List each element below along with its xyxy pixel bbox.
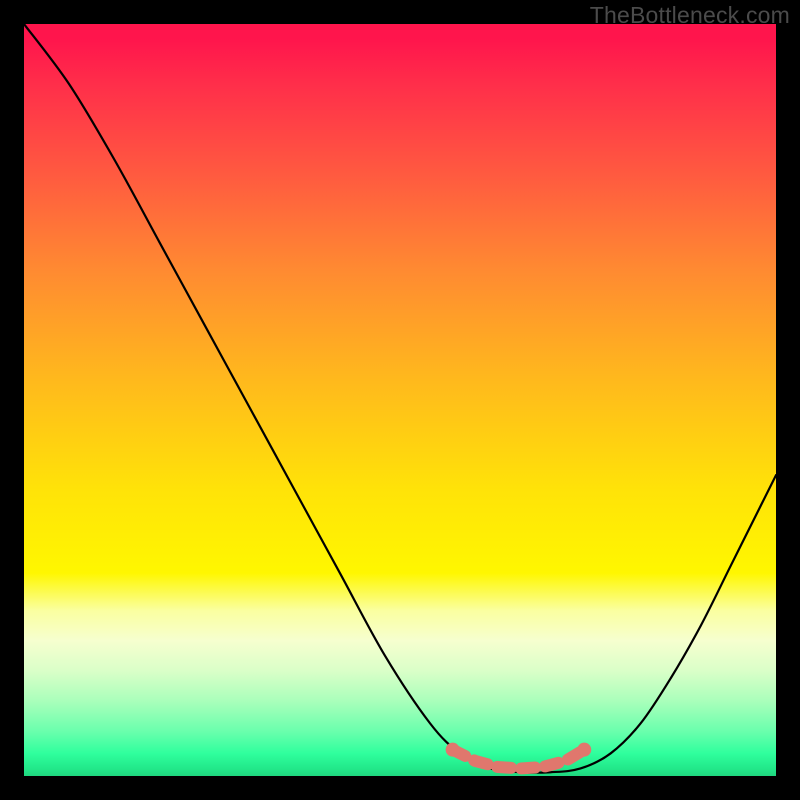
plot-area — [24, 24, 776, 776]
optimal-range-endpoint — [577, 743, 591, 757]
chart-frame: TheBottleneck.com — [0, 0, 800, 800]
chart-svg — [24, 24, 776, 776]
bottleneck-curve-line — [24, 24, 776, 773]
optimal-range-endpoint — [446, 743, 460, 757]
optimal-range-markers — [446, 743, 592, 769]
optimal-range-line — [453, 750, 585, 769]
